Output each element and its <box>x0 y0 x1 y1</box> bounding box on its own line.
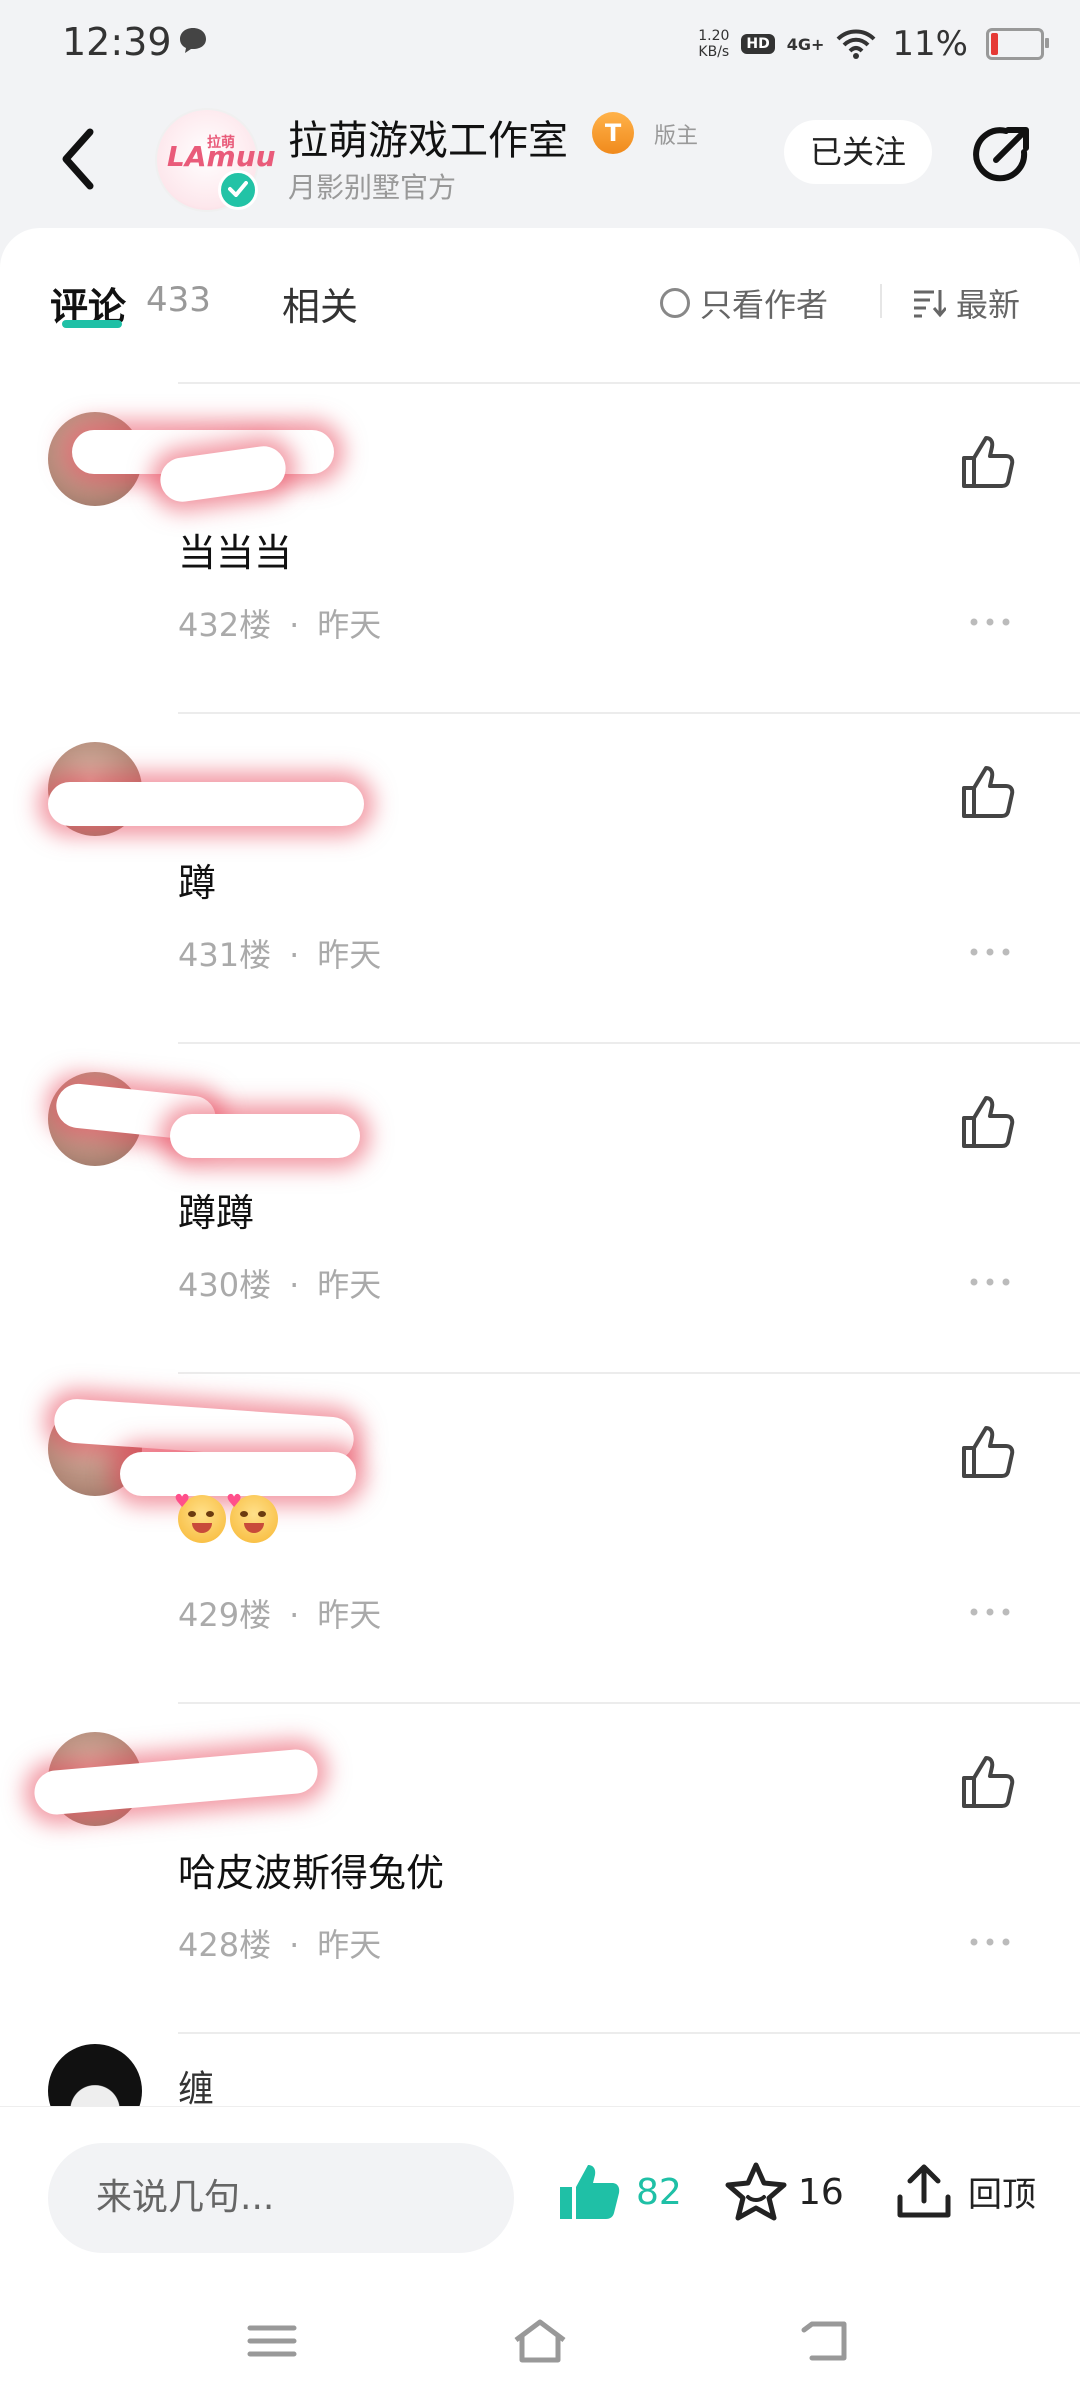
divider <box>178 1372 1080 1374</box>
active-tab-indicator <box>62 320 122 328</box>
author-name[interactable]: 拉萌游戏工作室 <box>288 108 568 166</box>
comment-item[interactable]: 蹲 431楼 · 昨天 <box>0 712 1080 1042</box>
bottom-action-bar: 来说几句... 82 16 回顶 <box>0 2106 1080 2277</box>
more-options-icon[interactable] <box>968 1602 1012 1622</box>
level-badge: T <box>592 112 634 154</box>
comment-meta: 432楼 · 昨天 <box>178 606 382 644</box>
favorite-count: 16 <box>798 2171 844 2213</box>
thumbs-up-icon[interactable] <box>958 432 1018 492</box>
comment-item[interactable]: 缠 <box>0 2032 1080 2106</box>
floor-number: 430楼 <box>178 1266 272 1304</box>
back-arrow-icon[interactable] <box>52 124 106 194</box>
username: 缠 <box>178 2069 215 2106</box>
comment-item[interactable]: 当当当 432楼 · 昨天 <box>0 382 1080 712</box>
comment-item[interactable]: 哈皮波斯得兔优 428楼 · 昨天 <box>0 1702 1080 2032</box>
hd-icon: HD <box>741 34 775 54</box>
redacted-username <box>170 1114 360 1158</box>
divider <box>178 712 1080 714</box>
status-icons: 1.20 KB/s HD 4G+ 11% <box>698 20 1049 68</box>
like-button[interactable]: 82 <box>556 2161 682 2223</box>
comment-tabs: 评论 433 相关 只看作者 最新 <box>0 228 1080 378</box>
comment-meta: 431楼 · 昨天 <box>178 936 382 974</box>
comments-card: 评论 433 相关 只看作者 最新 当当当 432楼 · 昨天 蹲 431楼 ·… <box>0 228 1080 2106</box>
floor-number: 431楼 <box>178 936 272 974</box>
sort-label: 最新 <box>956 286 1021 324</box>
avatar-logo-small: 拉萌 <box>207 135 235 151</box>
comment-count: 433 <box>146 280 211 320</box>
more-options-icon[interactable] <box>968 1932 1012 1952</box>
thumbs-up-icon[interactable] <box>958 1752 1018 1812</box>
comment-item[interactable]: ♥ ♥ 429楼 · 昨天 <box>0 1372 1080 1702</box>
floor-number: 429楼 <box>178 1596 272 1634</box>
thumbs-up-filled-icon <box>560 2165 620 2219</box>
comment-meta: 430楼 · 昨天 <box>178 1266 382 1304</box>
redacted-username <box>48 782 364 826</box>
favorite-button[interactable]: 16 <box>724 2161 844 2223</box>
floor-number: 432楼 <box>178 606 272 644</box>
follow-button[interactable]: 已关注 <box>784 120 932 184</box>
menu-icon[interactable] <box>242 2316 302 2366</box>
divider <box>178 1702 1080 1704</box>
home-icon[interactable] <box>510 2316 570 2366</box>
more-options-icon[interactable] <box>968 942 1012 962</box>
comment-text: 蹲蹲 <box>178 1191 255 1235</box>
author-only-label: 只看作者 <box>700 286 829 324</box>
net-speed: 1.20 KB/s <box>698 28 730 60</box>
verified-icon <box>218 170 258 210</box>
comment-text: 蹲 <box>178 861 217 905</box>
battery-icon <box>986 28 1049 60</box>
status-bar: 12:39 1.20 KB/s HD 4G+ 11% <box>0 0 1080 90</box>
floor-number: 428楼 <box>178 1926 272 1964</box>
comment-text: 哈皮波斯得兔优 <box>178 1851 445 1895</box>
upload-arrow-icon <box>897 2164 951 2218</box>
divider <box>178 382 1080 384</box>
wifi-icon <box>837 29 876 59</box>
comment-text: 当当当 <box>178 531 293 575</box>
more-options-icon[interactable] <box>968 1272 1012 1292</box>
redacted-username <box>120 1452 356 1496</box>
star-icon <box>725 2162 787 2221</box>
smiling-face-with-hearts-icon: ♥ <box>226 1491 278 1543</box>
divider <box>178 2032 1080 2034</box>
share-icon[interactable] <box>966 120 1036 190</box>
divider <box>178 1042 1080 1044</box>
thumbs-up-icon[interactable] <box>958 1422 1018 1482</box>
thumbs-up-icon[interactable] <box>958 1092 1018 1152</box>
divider <box>880 284 882 318</box>
back-to-top-label: 回顶 <box>968 2174 1036 2215</box>
like-count: 82 <box>636 2171 682 2213</box>
comment-time: 昨天 <box>317 606 382 644</box>
tab-related[interactable]: 相关 <box>282 276 358 331</box>
clock: 12:39 <box>62 20 172 64</box>
author-subtitle: 月影别墅官方 <box>288 171 457 204</box>
comment-time: 昨天 <box>317 1596 382 1634</box>
post-header: LAmuu 拉萌 拉萌游戏工作室 T 版主 月影别墅官方 已关注 <box>0 90 1080 230</box>
comment-time: 昨天 <box>317 1926 382 1964</box>
message-icon <box>180 28 206 53</box>
battery-percent: 11% <box>892 24 968 64</box>
more-options-icon[interactable] <box>968 612 1012 632</box>
comment-emojis: ♥ ♥ <box>174 1491 282 1543</box>
comment-time: 昨天 <box>317 1266 382 1304</box>
smiling-face-with-hearts-icon: ♥ <box>174 1491 226 1543</box>
sort-icon <box>914 290 946 318</box>
sort-button[interactable]: 最新 <box>912 280 1020 326</box>
moderator-badge: 版主 <box>654 124 699 149</box>
author-only-toggle[interactable]: 只看作者 <box>660 280 828 326</box>
system-nav-bar <box>0 2276 1080 2408</box>
back-icon[interactable] <box>796 2316 856 2366</box>
cellular-signal-icon: 4G+ <box>786 34 825 54</box>
comment-meta: 428楼 · 昨天 <box>178 1926 382 1964</box>
back-to-top-button[interactable]: 回顶 <box>894 2161 1036 2221</box>
radio-icon <box>660 288 690 318</box>
comment-meta: 429楼 · 昨天 <box>178 1596 382 1634</box>
comment-item[interactable]: 蹲蹲 430楼 · 昨天 <box>0 1042 1080 1372</box>
thumbs-up-icon[interactable] <box>958 762 1018 822</box>
comment-time: 昨天 <box>317 936 382 974</box>
comment-input[interactable]: 来说几句... <box>48 2143 514 2253</box>
user-avatar[interactable] <box>48 2044 142 2106</box>
